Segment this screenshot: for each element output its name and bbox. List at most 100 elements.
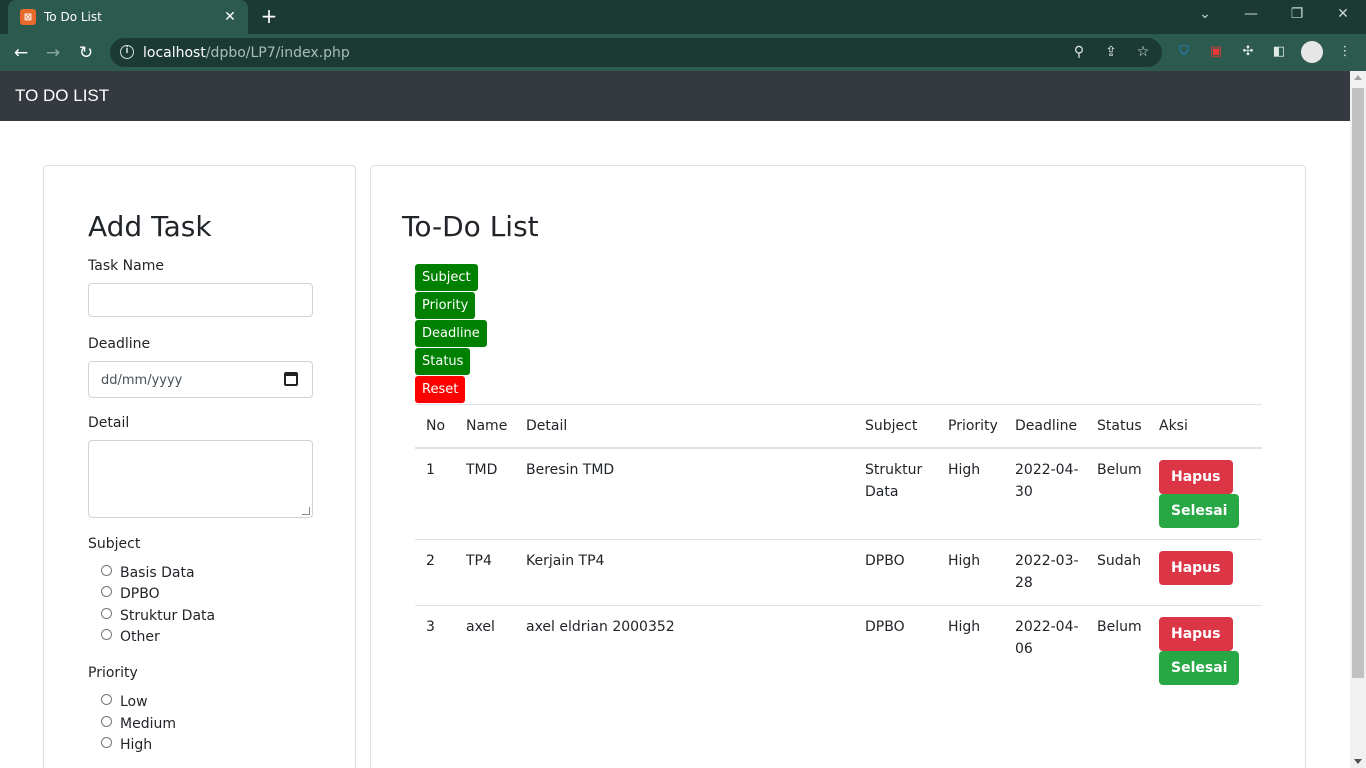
radio-circle[interactable] [101, 607, 112, 619]
tab-close-icon[interactable]: ✕ [222, 9, 238, 25]
extension-icon[interactable]: ▣ [1207, 43, 1225, 61]
subject-option-basis-data[interactable]: Basis Data [101, 564, 195, 582]
col-header-subject: Subject [865, 418, 918, 434]
priority-label: Priority [88, 665, 138, 681]
add-task-title: Add Task [88, 210, 212, 243]
hapus-button[interactable]: Hapus [1159, 460, 1233, 494]
reset-button[interactable]: Reset [415, 376, 466, 403]
minimize-button[interactable]: — [1240, 6, 1262, 22]
tab-search-icon[interactable]: ⌄ [1194, 6, 1216, 22]
radio-circle[interactable] [101, 628, 112, 640]
hapus-button[interactable]: Hapus [1159, 617, 1233, 651]
close-window-button[interactable]: ✕ [1332, 6, 1354, 22]
browser-tab[interactable]: ⊠ To Do List ✕ [8, 0, 248, 34]
sort-priority-button[interactable]: Priority [415, 292, 476, 319]
cell-deadline-cont: 28 [1015, 575, 1033, 591]
zoom-icon[interactable]: ⚲ [1070, 43, 1088, 61]
priority-option-medium[interactable]: Medium [101, 715, 176, 733]
col-header-no: No [426, 418, 446, 434]
page-scrollbar[interactable] [1350, 71, 1366, 768]
cell-priority: High [948, 462, 981, 478]
cell-name: axel [466, 619, 495, 635]
restore-button[interactable]: ❐ [1286, 6, 1308, 22]
cell-no: 2 [426, 553, 435, 569]
cell-no: 1 [426, 462, 435, 478]
bookmark-star-icon[interactable]: ☆ [1134, 43, 1152, 61]
priority-option-low[interactable]: Low [101, 693, 148, 711]
cell-subject: DPBO [865, 619, 905, 635]
sort-subject-button[interactable]: Subject [415, 264, 478, 291]
sort-status-button[interactable]: Status [415, 348, 471, 375]
cell-detail: axel eldrian 2000352 [526, 619, 675, 635]
cell-subject-cont: Data [865, 484, 899, 500]
cell-name: TMD [466, 462, 498, 478]
scroll-down-icon[interactable] [1354, 759, 1362, 764]
address-bar[interactable]: i localhost/dpbo/LP7/index.php ⚲ ⇪ ☆ [110, 38, 1162, 67]
subject-option-struktur-data[interactable]: Struktur Data [101, 607, 215, 625]
cell-subject: DPBO [865, 553, 905, 569]
browser-tab-strip: ⊠ To Do List ✕ + ⌄ — ❐ ✕ [0, 0, 1366, 34]
tab-title: To Do List [44, 10, 102, 24]
share-icon[interactable]: ⇪ [1102, 43, 1120, 61]
radio-circle[interactable] [101, 736, 112, 748]
navbar-brand[interactable]: TO DO LIST [15, 86, 109, 106]
priority-option-high[interactable]: High [101, 736, 152, 754]
col-header-aksi: Aksi [1159, 418, 1188, 434]
extensions-puzzle-icon[interactable]: ✣ [1239, 43, 1257, 61]
cell-deadline-cont: 30 [1015, 484, 1033, 500]
radio-circle[interactable] [101, 715, 112, 727]
deadline-label: Deadline [88, 336, 151, 352]
cell-status: Belum [1097, 462, 1142, 478]
deadline-input[interactable]: dd/mm/yyyy [88, 361, 313, 398]
radio-circle[interactable] [101, 564, 112, 576]
cell-deadline: 2022-04- [1015, 619, 1079, 635]
url-text[interactable]: localhost/dpbo/LP7/index.php [143, 45, 350, 61]
reload-icon[interactable]: ↻ [75, 42, 97, 64]
scroll-up-icon[interactable] [1354, 75, 1362, 80]
cell-deadline: 2022-03- [1015, 553, 1079, 569]
cell-deadline-cont: 06 [1015, 641, 1033, 657]
forward-icon[interactable]: → [42, 42, 64, 64]
browser-toolbar: ← → ↻ i localhost/dpbo/LP7/index.php ⚲ ⇪… [0, 34, 1366, 71]
selesai-button[interactable]: Selesai [1159, 494, 1240, 528]
cell-status: Belum [1097, 619, 1142, 635]
radio-circle[interactable] [101, 585, 112, 597]
selesai-button[interactable]: Selesai [1159, 651, 1240, 685]
side-panel-icon[interactable]: ◧ [1270, 43, 1288, 61]
radio-circle[interactable] [101, 693, 112, 705]
cell-priority: High [948, 619, 981, 635]
subject-option-other[interactable]: Other [101, 628, 160, 646]
col-header-priority: Priority [948, 418, 998, 434]
cell-status: Sudah [1097, 553, 1142, 569]
navbar: TO DO LIST [0, 71, 1350, 121]
scroll-thumb[interactable] [1352, 88, 1364, 678]
sort-deadline-button[interactable]: Deadline [415, 320, 487, 347]
site-info-icon[interactable]: i [120, 45, 134, 59]
deadline-placeholder: dd/mm/yyyy [101, 373, 183, 388]
new-tab-button[interactable]: + [258, 6, 280, 28]
profile-avatar[interactable] [1301, 41, 1323, 63]
menu-kebab-icon[interactable]: ⋮ [1336, 43, 1354, 61]
subject-label: Subject [88, 536, 141, 552]
hapus-button[interactable]: Hapus [1159, 551, 1233, 585]
cell-name: TP4 [466, 553, 492, 569]
cell-no: 3 [426, 619, 435, 635]
col-header-name: Name [466, 418, 508, 434]
resize-grip-icon[interactable] [302, 507, 310, 515]
cell-priority: High [948, 553, 981, 569]
table-top-border [415, 404, 1262, 405]
cell-detail: Beresin TMD [526, 462, 615, 478]
back-icon[interactable]: ← [10, 42, 32, 64]
task-name-input[interactable] [88, 283, 313, 317]
detail-textarea[interactable] [88, 440, 313, 518]
row-divider [415, 539, 1262, 540]
task-name-label: Task Name [88, 258, 164, 274]
calendar-icon[interactable] [284, 372, 298, 386]
col-header-deadline: Deadline [1015, 418, 1078, 434]
cell-detail: Kerjain TP4 [526, 553, 605, 569]
table-header-border [415, 447, 1262, 449]
todo-list-card: To-Do List Subject Priority Deadline Sta… [370, 165, 1306, 768]
bitwarden-extension-icon[interactable]: ⛉ [1175, 43, 1193, 61]
subject-option-dpbo[interactable]: DPBO [101, 585, 160, 603]
detail-label: Detail [88, 415, 130, 431]
